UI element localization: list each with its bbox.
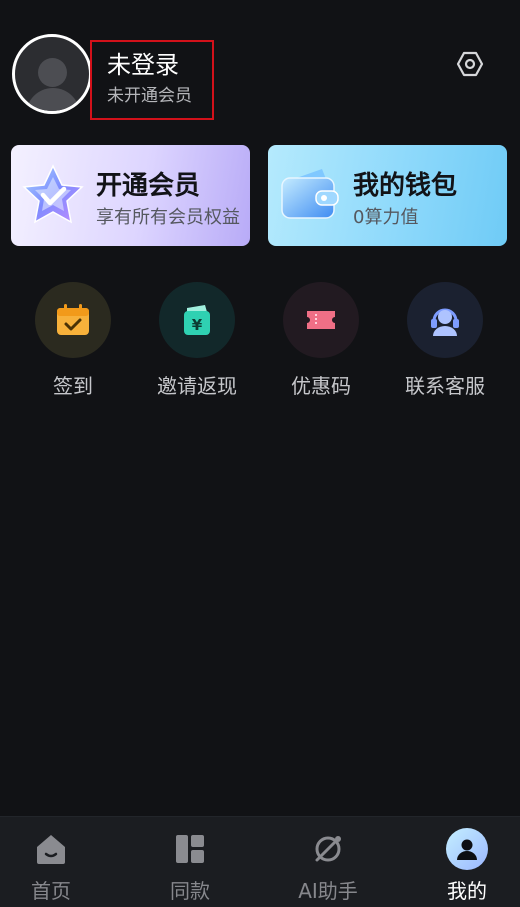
my-wallet-card[interactable]: 我的钱包 0算力值 (268, 145, 507, 246)
sign-in-icon-circle (35, 282, 111, 358)
ticket-icon (307, 311, 335, 329)
tab-similar[interactable]: 同款 (125, 817, 255, 907)
membership-status: 未开通会员 (107, 86, 192, 106)
avatar-head-shape (38, 58, 67, 87)
profile-header: 未登录 未开通会员 (12, 34, 508, 120)
feature-cards: 开通会员 享有所有会员权益 我的钱包 0算力值 (11, 145, 507, 246)
calendar-check-icon (57, 304, 89, 335)
tab-similar-label: 同款 (170, 879, 210, 903)
user-avatar[interactable] (12, 34, 92, 114)
shortcut-sign-in[interactable]: 签到 (11, 280, 135, 399)
support-icon-circle (407, 282, 483, 358)
tab-ai-assistant[interactable]: AI助手 (263, 817, 393, 907)
vip-card-subtitle: 享有所有会员权益 (96, 207, 240, 228)
login-status-title: 未登录 (107, 51, 179, 79)
contact-support-label: 联系客服 (405, 374, 485, 398)
invite-icon-circle: ¥ (159, 282, 235, 358)
layout-grid-icon (176, 835, 204, 863)
shortcut-invite-cashback[interactable]: ¥ 邀请返现 (135, 280, 259, 399)
invite-cashback-label: 邀请返现 (157, 374, 237, 398)
bottom-tab-bar: 首页 同款 AI助手 我的 (0, 816, 520, 907)
settings-icon (456, 51, 484, 77)
money-bag-icon: ¥ (184, 305, 210, 335)
tab-mine-label: 我的 (447, 879, 487, 903)
avatar-body-shape (26, 88, 80, 111)
coupon-icon-circle (283, 282, 359, 358)
tab-mine[interactable]: 我的 (402, 817, 520, 907)
shortcut-contact-support[interactable]: 联系客服 (383, 280, 507, 399)
tab-home-label: 首页 (31, 879, 71, 903)
sign-in-label: 签到 (53, 374, 93, 398)
crystal-star-icon (22, 164, 84, 224)
headset-icon (431, 308, 459, 336)
wallet-card-title: 我的钱包 (353, 171, 458, 201)
ai-assistant-icon (315, 836, 341, 862)
vip-card-title: 开通会员 (96, 171, 201, 201)
login-prompt[interactable]: 未登录 未开通会员 (90, 40, 214, 120)
wallet-icon (281, 169, 339, 219)
home-icon (37, 835, 65, 864)
tab-ai-assistant-label: AI助手 (298, 879, 358, 903)
wallet-card-subtitle: 0算力值 (353, 207, 419, 228)
profile-avatar-icon (446, 828, 488, 870)
shortcut-coupon-code[interactable]: 优惠码 (259, 280, 383, 399)
tab-home[interactable]: 首页 (0, 817, 116, 907)
svg-text:¥: ¥ (192, 316, 203, 334)
settings-button[interactable] (454, 48, 486, 80)
open-membership-card[interactable]: 开通会员 享有所有会员权益 (11, 145, 250, 246)
coupon-code-label: 优惠码 (291, 374, 351, 398)
shortcut-grid: 签到 ¥ 邀请返现 优惠码 联系客服 (0, 280, 520, 410)
